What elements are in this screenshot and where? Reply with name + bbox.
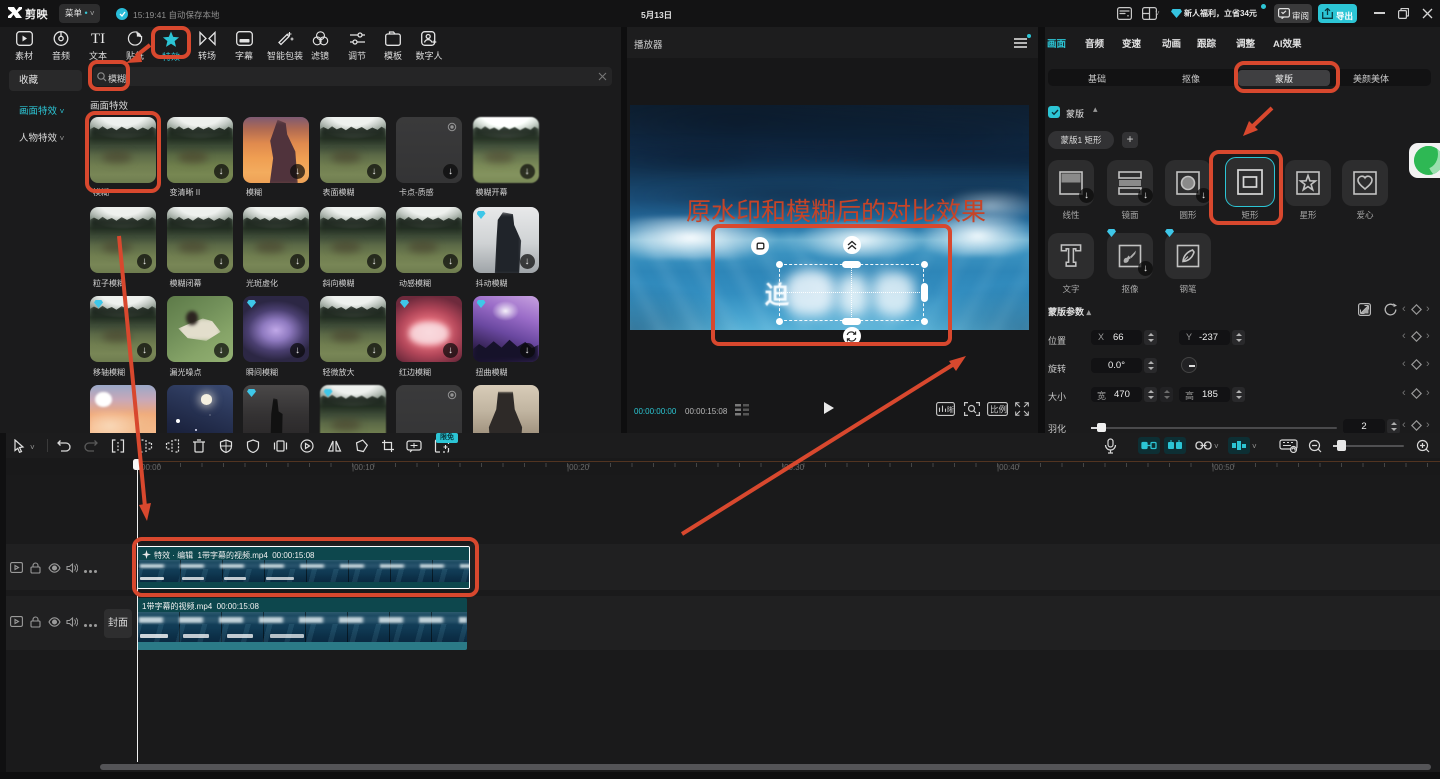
svg-text:比例: 比例 xyxy=(990,405,1007,415)
svg-text:晰: 晰 xyxy=(947,405,954,414)
